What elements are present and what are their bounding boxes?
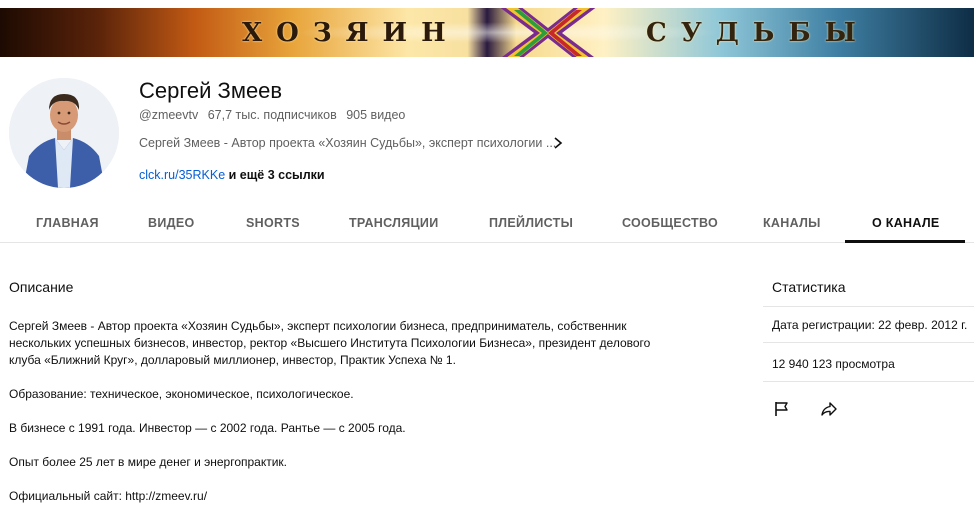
active-tab-indicator bbox=[845, 240, 965, 243]
channel-avatar[interactable] bbox=[9, 78, 119, 188]
description-paragraph: Официальный сайт: http://zmeev.ru/ bbox=[9, 489, 208, 503]
description-body: Сергей Змеев - Автор проекта «Хозяин Суд… bbox=[9, 318, 679, 510]
description-line: клуба «Ближний Круг», долларовый миллион… bbox=[9, 353, 456, 367]
channel-banner: ХОЗЯИН СУДЬБЫ bbox=[0, 8, 974, 57]
channel-link[interactable]: clck.ru/35RKKe bbox=[139, 168, 225, 182]
subscriber-count: 67,7 тыс. подписчиков bbox=[207, 108, 337, 122]
channel-links: clck.ru/35RKKe и ещё 3 ссылки bbox=[139, 168, 325, 182]
avatar-portrait bbox=[9, 78, 119, 188]
flag-icon[interactable] bbox=[773, 400, 791, 418]
description-line: Сергей Змеев - Автор проекта «Хозяин Суд… bbox=[9, 319, 627, 333]
channel-tabs: ГЛАВНАЯ ВИДЕО SHORTS ТРАНСЛЯЦИИ ПЛЕЙЛИСТ… bbox=[0, 202, 974, 243]
tab-home[interactable]: ГЛАВНАЯ bbox=[36, 216, 99, 230]
description-line: нескольких успешных бизнесов, инвестор, … bbox=[9, 336, 651, 350]
channel-handle: @zmeevtv bbox=[139, 108, 199, 122]
chevron-right-icon[interactable] bbox=[552, 136, 564, 150]
description-paragraph: Опыт более 25 лет в мире денег и энергоп… bbox=[9, 455, 288, 469]
channel-short-description[interactable]: Сергей Змеев - Автор проекта «Хозяин Суд… bbox=[139, 136, 556, 150]
share-icon[interactable] bbox=[820, 400, 838, 418]
stats-title: Статистика bbox=[772, 279, 846, 295]
stats-divider bbox=[763, 342, 974, 343]
banner-x-emblem bbox=[500, 8, 596, 57]
tab-shorts[interactable]: SHORTS bbox=[246, 216, 300, 230]
tab-live[interactable]: ТРАНСЛЯЦИИ bbox=[349, 216, 439, 230]
description-paragraph: В бизнесе с 1991 года. Инвестор — с 2002… bbox=[9, 421, 406, 435]
video-count: 905 видео bbox=[346, 108, 406, 122]
banner-text-right: СУДЬБЫ bbox=[646, 18, 870, 48]
stats-divider bbox=[763, 381, 974, 382]
description-paragraph: Образование: техническое, экономическое,… bbox=[9, 387, 354, 401]
tab-playlists[interactable]: ПЛЕЙЛИСТЫ bbox=[489, 216, 573, 230]
tab-community[interactable]: СООБЩЕСТВО bbox=[622, 216, 718, 230]
tab-channels[interactable]: КАНАЛЫ bbox=[763, 216, 821, 230]
view-count: 12 940 123 просмотра bbox=[772, 357, 895, 371]
join-date: Дата регистрации: 22 февр. 2012 г. bbox=[772, 318, 968, 332]
channel-meta: @zmeevtv 67,7 тыс. подписчиков 905 видео bbox=[139, 108, 411, 122]
channel-name: Сергей Змеев bbox=[139, 78, 283, 103]
banner-text-left: ХОЗЯИН bbox=[242, 18, 460, 48]
description-title: Описание bbox=[9, 279, 74, 295]
tab-about[interactable]: О КАНАЛЕ bbox=[872, 216, 940, 230]
tab-videos[interactable]: ВИДЕО bbox=[148, 216, 194, 230]
more-links-button[interactable]: и ещё 3 ссылки bbox=[229, 168, 325, 182]
stats-divider bbox=[763, 306, 974, 307]
